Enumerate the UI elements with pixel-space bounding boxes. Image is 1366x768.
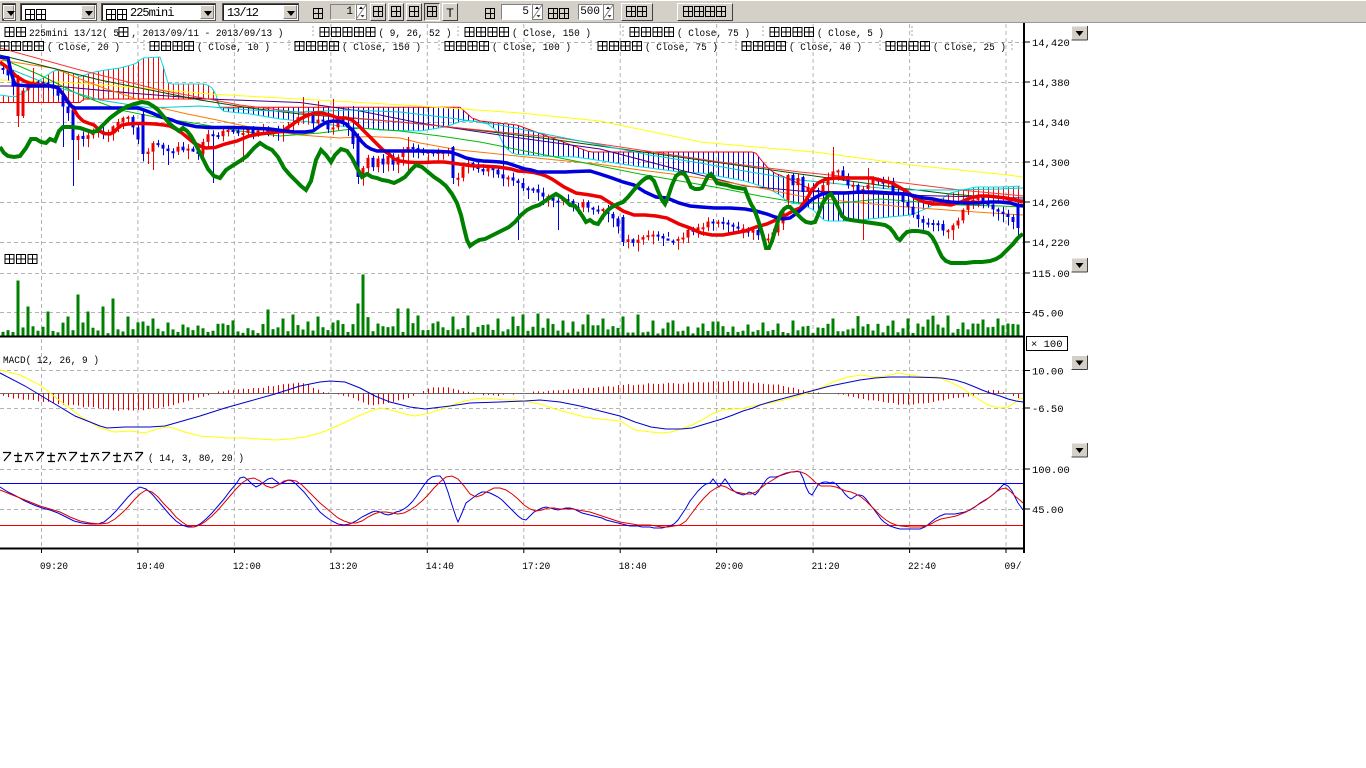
svg-text:22:40: 22:40 [908, 561, 936, 573]
svg-text:13:20: 13:20 [329, 561, 357, 573]
svg-text:18:40: 18:40 [619, 561, 647, 573]
svg-text:-6.50: -6.50 [1032, 404, 1064, 416]
svg-text:14,340: 14,340 [1032, 118, 1070, 130]
svg-text:20:00: 20:00 [715, 561, 743, 573]
svg-text:14,300: 14,300 [1032, 158, 1070, 170]
svg-text:( Close, 75 ): ( Close, 75 ) [677, 28, 750, 40]
svg-text:09/: 09/ [1005, 561, 1022, 573]
svg-text:45.00: 45.00 [1032, 309, 1064, 321]
svg-text:14,260: 14,260 [1032, 198, 1070, 210]
svg-text:14,380: 14,380 [1032, 78, 1070, 90]
svg-text:( Close, 5 ): ( Close, 5 ) [817, 28, 884, 40]
svg-text:MACD( 12, 26, 9 ): MACD( 12, 26, 9 ) [3, 355, 99, 367]
svg-text:( 14, 3, 80, 20 ): ( 14, 3, 80, 20 ) [148, 453, 244, 465]
svg-text:10.00: 10.00 [1032, 367, 1064, 379]
svg-text:× 100: × 100 [1031, 339, 1063, 351]
svg-text:100.00: 100.00 [1032, 465, 1070, 477]
svg-text:14,420: 14,420 [1032, 38, 1070, 50]
svg-text:21:20: 21:20 [812, 561, 840, 573]
svg-text:( Close, 100 ): ( Close, 100 ) [492, 42, 571, 54]
svg-text:115.00: 115.00 [1032, 269, 1070, 281]
svg-text:( Close, 150 ): ( Close, 150 ) [512, 28, 591, 40]
svg-text:( Close, 150 ): ( Close, 150 ) [342, 42, 421, 54]
svg-text:225mini 13/12( 5: 225mini 13/12( 5 [29, 28, 119, 40]
svg-text:17:20: 17:20 [522, 561, 550, 573]
svg-text:( 9, 26, 52 ): ( 9, 26, 52 ) [379, 28, 452, 40]
svg-text:( Close, 25 ): ( Close, 25 ) [933, 42, 1006, 54]
svg-text:14,220: 14,220 [1032, 238, 1070, 250]
svg-text:12:00: 12:00 [233, 561, 261, 573]
svg-text:10:40: 10:40 [136, 561, 164, 573]
svg-text:09:20: 09:20 [40, 561, 68, 573]
svg-text:( Close, 10 ): ( Close, 10 ) [197, 42, 270, 54]
svg-text:( Close, 40 ): ( Close, 40 ) [789, 42, 862, 54]
svg-text:14:40: 14:40 [426, 561, 454, 573]
svg-text:( Close, 20 ): ( Close, 20 ) [47, 42, 120, 54]
svg-text:( Close, 75 ): ( Close, 75 ) [645, 42, 718, 54]
svg-text:, 2013/09/11 - 2013/09/13 ): , 2013/09/11 - 2013/09/13 ) [131, 28, 283, 40]
svg-text:45.00: 45.00 [1032, 505, 1064, 517]
